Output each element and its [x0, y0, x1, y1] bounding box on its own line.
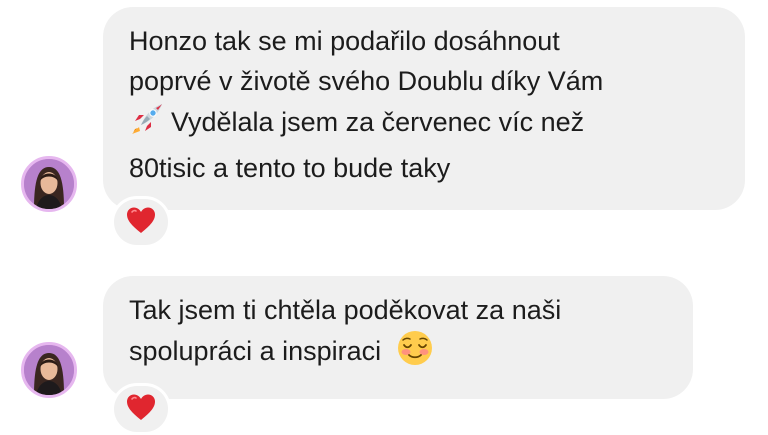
heart-icon — [126, 393, 156, 426]
heart-icon — [126, 206, 156, 239]
message-text-line: Tak jsem ti chtěla poděkovat za naši — [129, 295, 562, 325]
message-text-line: Honzo tak se mi podařilo dosáhnout — [129, 26, 560, 56]
message-text-line: 80tisic a tento to bude taky — [129, 153, 451, 183]
message-1: Honzo tak se mi podařilo dosáhnout poprv… — [0, 0, 768, 250]
reaction-badge[interactable] — [114, 386, 168, 432]
message-bubble[interactable]: Tak jsem ti chtěla poděkovat za naši spo… — [103, 276, 693, 399]
message-bubble[interactable]: Honzo tak se mi podařilo dosáhnout poprv… — [103, 7, 745, 210]
message-text-line: spolupráci a inspiraci — [129, 336, 382, 366]
avatar[interactable] — [21, 342, 77, 398]
reaction-badge[interactable] — [114, 199, 168, 245]
smiling-face-icon — [397, 330, 433, 377]
message-2: Tak jsem ti chtěla poděkovat za naši spo… — [0, 270, 768, 435]
avatar[interactable] — [21, 156, 77, 212]
message-text-line: Vydělala jsem za červenec víc než — [171, 107, 585, 137]
message-text-line: poprvé v životě svého Doublu díky Vám — [129, 66, 604, 96]
rocket-icon — [129, 101, 165, 148]
chat-thread: Honzo tak se mi podařilo dosáhnout poprv… — [0, 0, 768, 435]
